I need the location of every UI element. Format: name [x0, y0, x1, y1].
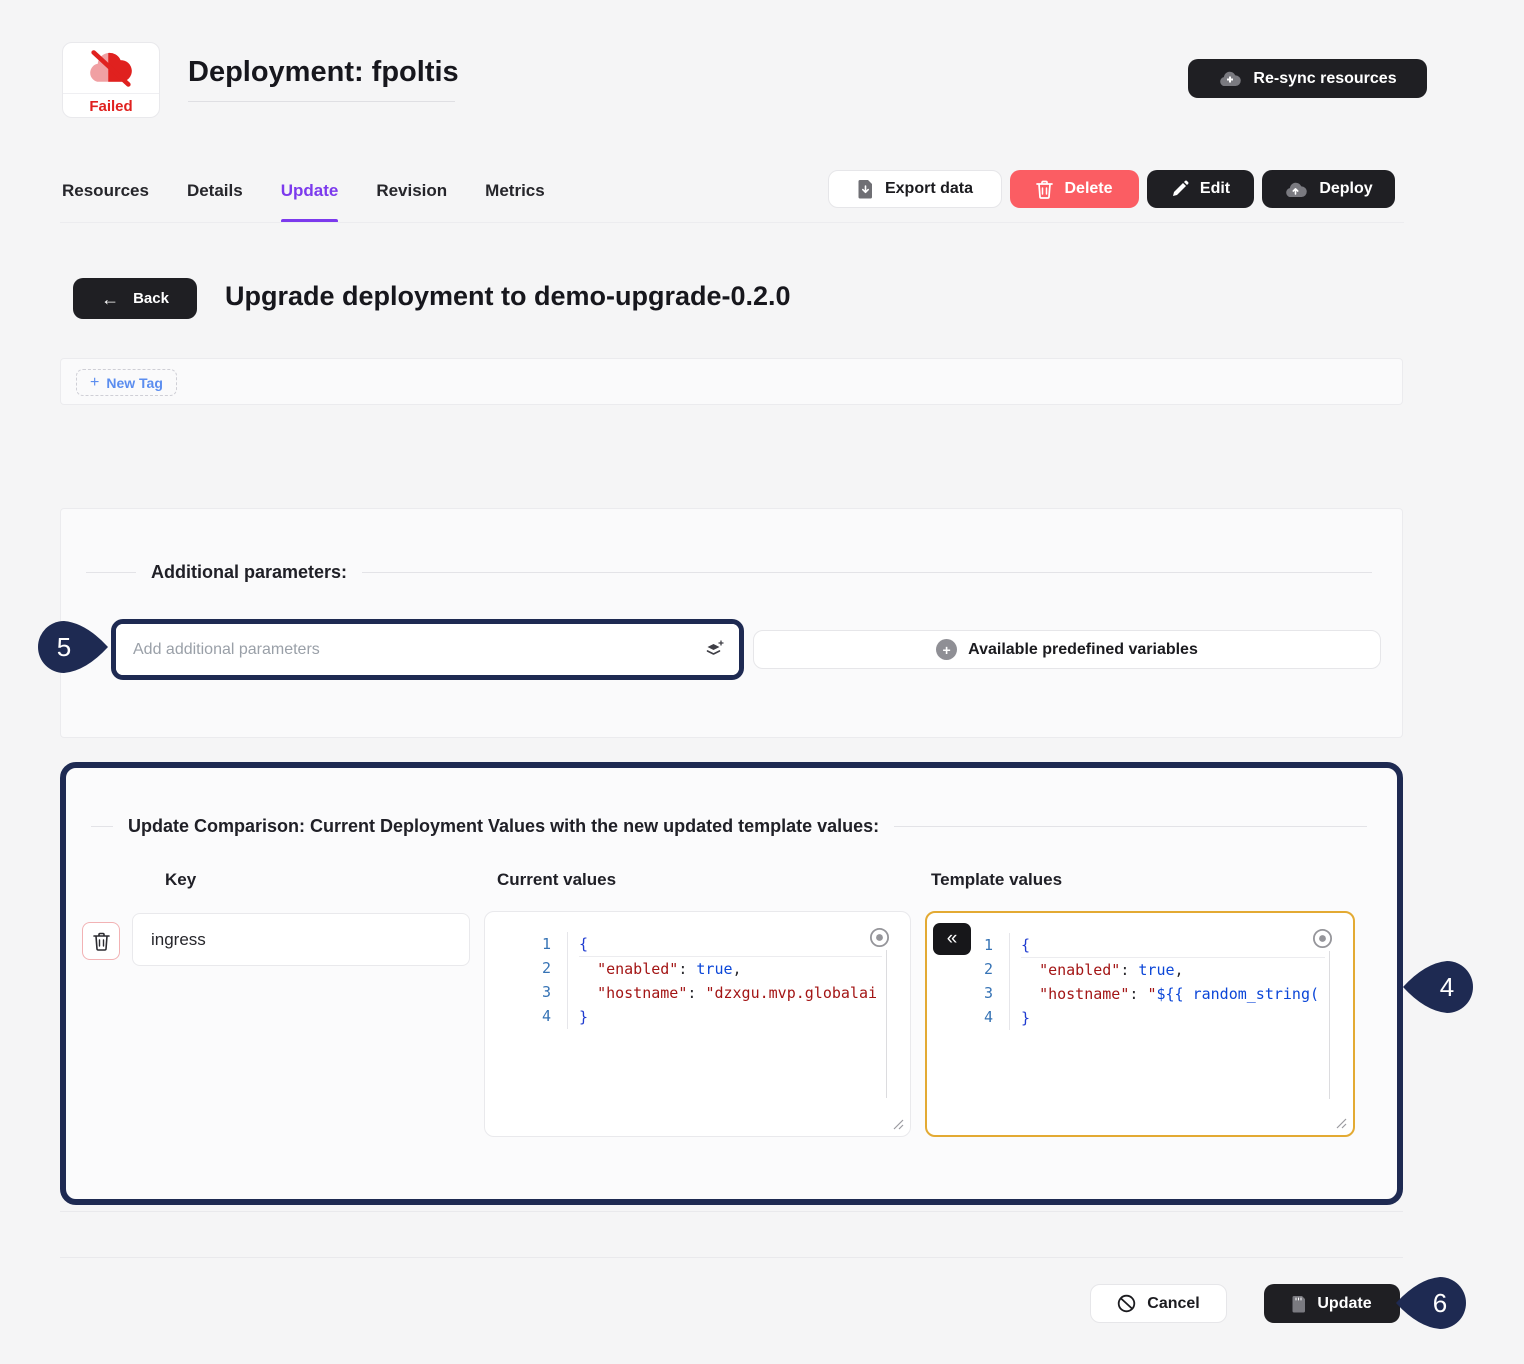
section-divider	[60, 1211, 1403, 1212]
key-input[interactable]	[132, 913, 470, 966]
plus-icon: +	[90, 374, 99, 392]
trash-icon	[1036, 180, 1053, 199]
file-download-icon	[857, 179, 874, 199]
update-button[interactable]: Update	[1264, 1284, 1400, 1323]
upgrade-title: Upgrade deployment to demo-upgrade-0.2.0	[225, 281, 791, 312]
line-numbers: 1234	[485, 932, 551, 1028]
template-values-editor[interactable]: « 1234 { "enabled": true, "hostname": "$…	[925, 911, 1355, 1137]
delete-row-button[interactable]	[82, 922, 120, 960]
current-values-editor[interactable]: 1234 { "enabled": true, "hostname": "dzx…	[484, 911, 911, 1137]
back-label: Back	[133, 290, 169, 307]
delete-label: Delete	[1064, 180, 1112, 198]
edit-label: Edit	[1200, 180, 1230, 198]
new-tag-button[interactable]: + New Tag	[76, 369, 177, 396]
annotation-number: 4	[1421, 959, 1473, 1015]
deploy-label: Deploy	[1319, 180, 1372, 198]
pencil-icon	[1171, 180, 1189, 198]
export-label: Export data	[885, 180, 973, 198]
params-legend-label: Additional parameters:	[151, 562, 347, 583]
plus-circle-icon: +	[936, 639, 957, 660]
layers-plus-icon[interactable]	[703, 639, 725, 666]
status-label: Failed	[63, 94, 159, 118]
comparison-legend-label: Update Comparison: Current Deployment Va…	[128, 816, 879, 837]
code-content[interactable]: { "enabled": true, "hostname": "${{ rand…	[1009, 933, 1325, 1030]
column-header-key: Key	[165, 870, 196, 890]
update-comparison-section: Update Comparison: Current Deployment Va…	[60, 762, 1403, 1205]
resize-handle[interactable]	[893, 1119, 904, 1130]
cloud-slash-icon	[63, 43, 159, 93]
tab-details[interactable]: Details	[187, 179, 243, 223]
additional-parameters-input[interactable]	[116, 624, 739, 675]
delete-button[interactable]: Delete	[1010, 170, 1139, 208]
resync-resources-button[interactable]: Re-sync resources	[1188, 59, 1427, 98]
footer-divider	[60, 1257, 1403, 1258]
tab-revision[interactable]: Revision	[376, 179, 447, 223]
back-arrow-icon: ←	[101, 290, 119, 308]
trash-icon	[93, 932, 110, 951]
status-badge: Failed	[62, 42, 160, 118]
tab-bar: Resources Details Update Revision Metric…	[62, 179, 545, 223]
editor-scrollbar	[886, 950, 887, 1098]
tags-container: + New Tag	[60, 358, 1403, 405]
predefined-variables-label: Available predefined variables	[968, 641, 1198, 659]
cloud-upload-icon	[1284, 180, 1308, 199]
prohibition-icon	[1117, 1294, 1136, 1313]
eye-icon[interactable]	[869, 927, 890, 948]
resync-label: Re-sync resources	[1253, 70, 1396, 88]
eye-icon[interactable]	[1312, 928, 1333, 949]
annotation-pin-4: 4	[1401, 959, 1473, 1015]
column-header-template-values: Template values	[931, 870, 1062, 890]
tab-metrics[interactable]: Metrics	[485, 179, 545, 223]
tab-update[interactable]: Update	[281, 179, 339, 223]
cancel-label: Cancel	[1147, 1295, 1199, 1313]
column-header-current-values: Current values	[497, 870, 616, 890]
cloud-plus-icon	[1218, 69, 1242, 88]
tab-bar-divider	[60, 222, 1404, 223]
line-numbers: 1234	[927, 933, 993, 1029]
deploy-button[interactable]: Deploy	[1262, 170, 1395, 208]
update-label: Update	[1317, 1295, 1371, 1313]
back-button[interactable]: ← Back	[73, 278, 197, 319]
cancel-button[interactable]: Cancel	[1090, 1284, 1227, 1323]
tab-resources[interactable]: Resources	[62, 179, 149, 223]
resize-handle[interactable]	[1336, 1118, 1347, 1129]
new-tag-label: New Tag	[106, 375, 163, 391]
save-icon	[1292, 1295, 1306, 1313]
annotation-number: 6	[1414, 1275, 1466, 1331]
params-legend: Additional parameters:	[86, 562, 1372, 583]
title-underline	[188, 101, 455, 102]
editor-scrollbar	[1329, 951, 1330, 1099]
edit-button[interactable]: Edit	[1147, 170, 1254, 208]
additional-parameters-section: Additional parameters: + Available prede…	[60, 508, 1403, 738]
annotation-pin-6: 6	[1394, 1275, 1466, 1331]
code-content[interactable]: { "enabled": true, "hostname": "dzxgu.mv…	[567, 932, 882, 1029]
export-data-button[interactable]: Export data	[828, 170, 1002, 208]
comparison-legend: Update Comparison: Current Deployment Va…	[91, 816, 1367, 837]
page-title: Deployment: fpoltis	[188, 56, 459, 89]
predefined-variables-button[interactable]: + Available predefined variables	[753, 630, 1381, 669]
params-input-highlight	[111, 619, 744, 680]
